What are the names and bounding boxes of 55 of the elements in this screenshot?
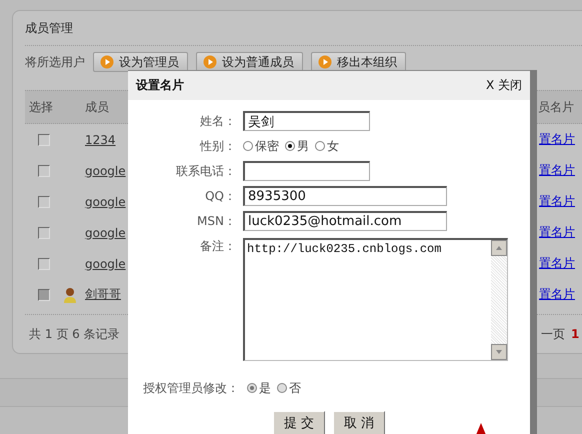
arrow-icon bbox=[476, 423, 486, 434]
radio-label: 保密 bbox=[255, 138, 279, 154]
radio-button[interactable] bbox=[243, 141, 253, 151]
panel-title: 成员管理 bbox=[25, 20, 73, 37]
member-link[interactable]: google bbox=[85, 256, 126, 270]
toolbar-label: 将所选用户 bbox=[25, 54, 85, 70]
member-link[interactable]: google bbox=[85, 194, 126, 208]
checkbox[interactable] bbox=[38, 134, 50, 146]
record-summary: 共 1 页 6 条记录 bbox=[28, 326, 121, 342]
toolbar-button[interactable]: 设为管理员 bbox=[93, 52, 188, 72]
radio-label: 是 bbox=[259, 380, 271, 396]
notes-field[interactable]: http://luck0235.cnblogs.com bbox=[243, 238, 508, 361]
column-header: 选择 bbox=[28, 98, 54, 116]
cancel-button[interactable]: 取 消 bbox=[333, 411, 385, 434]
scroll-down-icon[interactable] bbox=[491, 344, 507, 360]
radio-button[interactable] bbox=[285, 141, 295, 151]
input-field[interactable]: 8935300 bbox=[243, 186, 447, 206]
prev-page-link[interactable]: 一页 bbox=[541, 326, 565, 342]
radio-button[interactable] bbox=[315, 141, 325, 151]
radio-label: 否 bbox=[289, 380, 301, 396]
checkbox[interactable] bbox=[38, 258, 50, 270]
member-link[interactable]: google bbox=[85, 164, 126, 178]
card-link[interactable]: 置名片 bbox=[538, 256, 575, 270]
member-link[interactable]: google bbox=[85, 226, 126, 240]
card-link[interactable]: 置名片 bbox=[538, 163, 575, 177]
column-header: 成员 bbox=[85, 98, 110, 116]
checkbox[interactable] bbox=[38, 164, 50, 176]
current-page: 1 bbox=[571, 327, 580, 341]
field-label: 备注： bbox=[199, 238, 236, 255]
field-label: 授权管理员修改： bbox=[143, 380, 239, 396]
field-label: MSN： bbox=[196, 212, 236, 230]
input-field[interactable] bbox=[243, 161, 370, 181]
radio-label: 女 bbox=[327, 138, 339, 154]
field-label: 姓名： bbox=[199, 112, 236, 130]
input-field[interactable]: luck0235@hotmail.com bbox=[243, 211, 447, 231]
submit-button[interactable]: 提 交 bbox=[273, 411, 325, 434]
field-label: QQ： bbox=[204, 188, 236, 204]
scroll-up-icon[interactable] bbox=[491, 240, 507, 256]
checkbox[interactable] bbox=[38, 196, 50, 208]
toolbar-button[interactable]: 移出本组织 bbox=[311, 52, 406, 72]
checkbox[interactable] bbox=[38, 226, 50, 238]
card-link[interactable]: 置名片 bbox=[538, 132, 575, 146]
member-link[interactable]: 1234 bbox=[85, 132, 116, 146]
close-button[interactable]: X 关闭 bbox=[486, 77, 522, 94]
scrollbar[interactable] bbox=[491, 240, 507, 360]
field-label: 联系电话： bbox=[175, 162, 236, 180]
card-link[interactable]: 置名片 bbox=[538, 225, 575, 239]
dialog-title: 设置名片 bbox=[136, 77, 184, 94]
radio-label: 男 bbox=[297, 138, 309, 154]
input-field[interactable]: 吴剑 bbox=[243, 111, 370, 131]
toolbar-button[interactable]: 设为普通成员 bbox=[196, 52, 303, 72]
column-header: 员名片 bbox=[538, 98, 575, 116]
card-link[interactable]: 置名片 bbox=[538, 194, 575, 208]
field-label: 性别： bbox=[198, 138, 236, 154]
play-icon bbox=[100, 55, 114, 69]
